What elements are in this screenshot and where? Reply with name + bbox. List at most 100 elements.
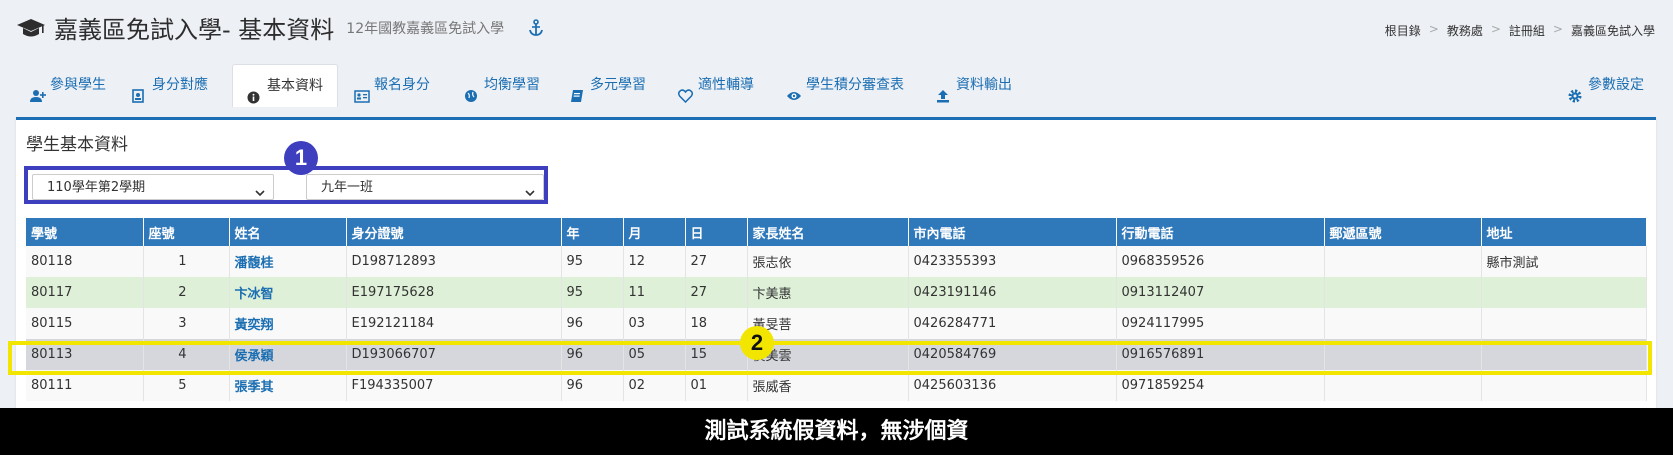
- table-row[interactable]: 80118 1 潘馥桂 D198712893 95 12 27 張志依 0423…: [26, 246, 1647, 277]
- gear-icon: [1568, 78, 1582, 103]
- page-title: 嘉義區免試入學- 基本資料 12年國教嘉義區免試入學: [16, 10, 544, 45]
- breadcrumb: 根目錄 > 教務處 > 註冊組 > 嘉義區免試入學: [1384, 22, 1655, 39]
- column-header[interactable]: 行動電話: [1116, 218, 1325, 246]
- panel-title: 學生基本資料: [26, 135, 128, 155]
- cell-mobile-phone: 0916576891: [1116, 339, 1325, 370]
- cell-address: [1481, 277, 1647, 308]
- tab-diverse-learning[interactable]: 多元學習: [570, 64, 646, 106]
- column-header[interactable]: 家長姓名: [747, 218, 909, 246]
- cell-home-phone: 0423191146: [908, 277, 1117, 308]
- column-header[interactable]: 地址: [1481, 218, 1647, 246]
- cell-birth-year: 96: [561, 339, 624, 370]
- student-name-link[interactable]: 張季其: [229, 370, 347, 401]
- tab-identity-mapping[interactable]: 身分對應: [132, 64, 208, 106]
- class-select[interactable]: 九年一班: [306, 174, 544, 200]
- tab-application-identity[interactable]: 報名身分: [354, 64, 430, 106]
- cell-birth-day: 15: [685, 339, 748, 370]
- tab-label: 身分對應: [152, 77, 208, 93]
- column-header[interactable]: 學號: [26, 218, 144, 246]
- cell-birth-month: 03: [623, 308, 686, 339]
- annotation-badge-1: 1: [284, 141, 318, 175]
- semester-select[interactable]: 110學年第2學期: [32, 174, 274, 200]
- cell-parent-name: 張志依: [747, 246, 909, 277]
- column-header[interactable]: 年: [561, 218, 624, 246]
- chevron-down-icon: [525, 182, 535, 197]
- cell-student-id: 80113: [26, 339, 144, 370]
- annotation-badge-2: 2: [740, 326, 774, 360]
- cell-address: [1481, 370, 1647, 401]
- column-header[interactable]: 日: [685, 218, 748, 246]
- table-row[interactable]: 80117 2 卞冰智 E197175628 95 11 27 卞美惠 0423…: [26, 277, 1647, 308]
- cell-student-id: 80115: [26, 308, 144, 339]
- cell-seat-number: 4: [143, 339, 230, 370]
- filter-highlight-box-1: 110學年第2學期 九年一班: [24, 166, 548, 204]
- semester-select-value: 110學年第2學期: [47, 180, 146, 195]
- column-header[interactable]: 市內電話: [908, 218, 1117, 246]
- anchor-icon[interactable]: [528, 18, 544, 37]
- table-row[interactable]: 80115 3 黃奕翔 E192121184 96 03 18 黃旻菩 0426…: [26, 308, 1647, 339]
- student-name-link[interactable]: 卞冰智: [229, 277, 347, 308]
- tab-score-review[interactable]: 學生積分審查表: [786, 64, 904, 106]
- address-card-icon: [354, 78, 370, 103]
- tab-data-export[interactable]: 資料輸出: [936, 64, 1012, 106]
- column-header[interactable]: 姓名: [229, 218, 347, 246]
- tab-basic-info[interactable]: 基本資料: [232, 64, 338, 107]
- cell-mobile-phone: 0971859254: [1116, 370, 1325, 401]
- tab-label: 資料輸出: [956, 77, 1012, 93]
- page-subtitle: 12年國教嘉義區免試入學: [346, 20, 505, 37]
- cell-birth-day: 18: [685, 308, 748, 339]
- column-header[interactable]: 郵遞區號: [1324, 218, 1482, 246]
- tab-label: 報名身分: [374, 77, 430, 93]
- cell-postal-code: [1324, 277, 1482, 308]
- cell-birth-month: 12: [623, 246, 686, 277]
- tab-balanced-learning[interactable]: 均衡學習: [464, 64, 540, 106]
- cell-birth-month: 11: [623, 277, 686, 308]
- table-row-highlighted[interactable]: 80113 4 侯承穎 D193066707 96 05 15 侯美雲 0420…: [26, 339, 1647, 370]
- student-name-link[interactable]: 黃奕翔: [229, 308, 347, 339]
- cell-home-phone: 0425603136: [908, 370, 1117, 401]
- tab-aptitude-counseling[interactable]: 適性輔導: [677, 64, 754, 106]
- cell-home-phone: 0426284771: [908, 308, 1117, 339]
- upload-icon: [936, 78, 950, 103]
- tab-parameter-settings[interactable]: 參數設定: [1568, 64, 1644, 106]
- cell-birth-day: 01: [685, 370, 748, 401]
- cell-postal-code: [1324, 370, 1482, 401]
- cell-student-id: 80111: [26, 370, 144, 401]
- cell-national-id: F194335007: [346, 370, 562, 401]
- table-row[interactable]: 80111 5 張季其 F194335007 96 02 01 張威香 0425…: [26, 370, 1647, 401]
- cell-postal-code: [1324, 246, 1482, 277]
- id-card-icon: [132, 78, 146, 103]
- column-header[interactable]: 座號: [143, 218, 230, 246]
- cell-birth-day: 27: [685, 246, 748, 277]
- eye-icon: [786, 78, 801, 100]
- tab-label: 適性輔導: [698, 77, 754, 93]
- chevron-down-icon: [255, 182, 265, 197]
- breadcrumb-item[interactable]: 根目錄: [1385, 22, 1421, 39]
- cell-mobile-phone: 0913112407: [1116, 277, 1325, 308]
- student-name-link[interactable]: 侯承穎: [229, 339, 347, 370]
- cell-birth-month: 05: [623, 339, 686, 370]
- cell-seat-number: 1: [143, 246, 230, 277]
- heart-icon: [677, 78, 694, 104]
- cell-birth-month: 02: [623, 370, 686, 401]
- cell-birth-year: 95: [561, 277, 624, 308]
- student-name-link[interactable]: 潘馥桂: [229, 246, 347, 277]
- cell-student-id: 80118: [26, 246, 144, 277]
- cell-national-id: D198712893: [346, 246, 562, 277]
- cell-address: [1481, 339, 1647, 370]
- column-header[interactable]: 月: [623, 218, 686, 246]
- column-header[interactable]: 身分證號: [346, 218, 562, 246]
- tab-label: 基本資料: [267, 78, 323, 94]
- globe-icon: [464, 78, 478, 102]
- user-plus-icon: [30, 78, 46, 102]
- graduation-cap-icon: [16, 17, 46, 39]
- cell-birth-year: 96: [561, 308, 624, 339]
- cell-mobile-phone: 0968359526: [1116, 246, 1325, 277]
- breadcrumb-item[interactable]: 教務處: [1447, 22, 1483, 39]
- breadcrumb-item-current: 嘉義區免試入學: [1570, 24, 1655, 38]
- breadcrumb-item[interactable]: 註冊組: [1509, 22, 1545, 39]
- tab-participants[interactable]: 參與學生: [30, 64, 106, 106]
- table-header-row: 學號 座號 姓名 身分證號 年 月 日 家長姓名 市內電話 行動電話 郵遞區號 …: [26, 218, 1647, 246]
- caption-bar: 測試系統假資料，無涉個資: [0, 408, 1673, 455]
- cell-seat-number: 2: [143, 277, 230, 308]
